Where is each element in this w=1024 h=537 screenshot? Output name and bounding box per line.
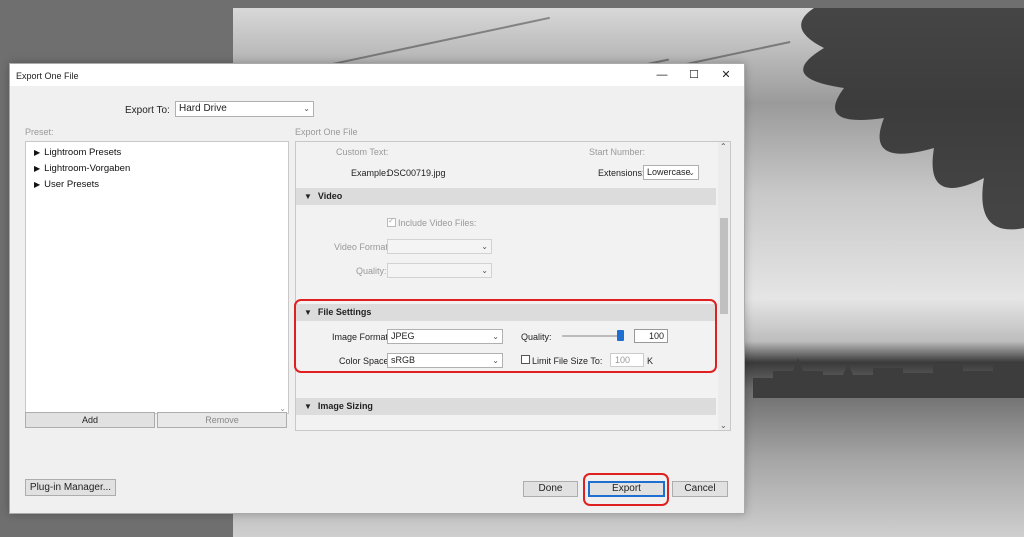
triangle-right-icon: ▶ <box>34 180 41 189</box>
preset-list[interactable]: ▶ Lightroom Presets ▶ Lightroom-Vorgaben ▶… <box>25 141 289 414</box>
city-skyline <box>753 358 1024 398</box>
done-button[interactable]: Done <box>523 481 578 497</box>
export-to-value: Hard Drive <box>179 103 227 114</box>
extensions-value: Lowercase <box>647 167 691 177</box>
extensions-select[interactable]: Lowercase ⌄ <box>643 165 699 180</box>
image-sizing-section-header[interactable]: ▼ Image Sizing <box>296 398 716 415</box>
export-settings-panel: Custom Text: Start Number: Example: DSC0… <box>295 141 731 431</box>
scroll-up-icon[interactable]: ⌃ <box>720 142 727 151</box>
video-format-select[interactable]: ⌄ <box>387 239 492 254</box>
example-value: DSC00719.jpg <box>387 168 446 178</box>
video-section-header[interactable]: ▼ Video <box>296 188 716 205</box>
preset-item-label: Lightroom Presets <box>44 147 122 158</box>
scrollbar-thumb[interactable] <box>720 218 728 314</box>
video-quality-select[interactable]: ⌄ <box>387 263 492 278</box>
file-settings-highlight <box>294 299 717 373</box>
chevron-down-icon: ⌄ <box>303 104 310 113</box>
start-number-label: Start Number: <box>589 147 646 157</box>
video-quality-label: Quality: <box>356 266 387 276</box>
triangle-down-icon: ▼ <box>304 192 312 201</box>
chevron-down-icon: ⌄ <box>481 242 488 251</box>
example-label: Example: <box>351 168 389 178</box>
preset-item-lightroom-vorgaben[interactable]: ▶ Lightroom-Vorgaben <box>34 163 130 174</box>
chevron-down-icon: ⌄ <box>481 266 488 275</box>
extensions-label: Extensions: <box>598 168 645 178</box>
preset-item-user-presets[interactable]: ▶ User Presets <box>34 179 99 190</box>
title-bar: Export One File — ☐ ✕ <box>10 64 744 86</box>
chevron-down-icon: ⌄ <box>688 168 695 177</box>
remove-preset-button[interactable]: Remove <box>157 412 287 428</box>
preset-label: Preset: <box>25 127 54 137</box>
tree-silhouette <box>801 8 1024 230</box>
preset-item-label: Lightroom-Vorgaben <box>44 163 131 174</box>
export-button-highlight <box>583 473 669 506</box>
export-to-select[interactable]: Hard Drive ⌄ <box>175 101 314 117</box>
triangle-down-icon: ▼ <box>304 402 312 411</box>
minimize-icon[interactable]: — <box>650 68 674 82</box>
preset-item-label: User Presets <box>44 179 100 190</box>
plugin-manager-button[interactable]: Plug-in Manager... <box>25 479 116 496</box>
export-panel-scrollbar[interactable]: ⌃ ⌄ <box>718 142 730 430</box>
maximize-icon[interactable]: ☐ <box>682 68 706 82</box>
dialog-title: Export One File <box>16 71 79 81</box>
custom-text-label: Custom Text: <box>336 147 389 157</box>
export-dialog: Export One File — ☐ ✕ Export To: Hard Dr… <box>9 63 745 514</box>
scroll-down-icon[interactable]: ⌄ <box>720 421 727 430</box>
preset-item-lightroom-presets[interactable]: ▶ Lightroom Presets <box>34 147 121 158</box>
video-format-label: Video Format: <box>334 242 391 252</box>
video-section-title: Video <box>317 191 343 201</box>
triangle-right-icon: ▶ <box>34 164 41 173</box>
add-preset-button[interactable]: Add <box>25 412 155 428</box>
cancel-button[interactable]: Cancel <box>672 481 728 497</box>
include-video-label: Include Video Files: <box>398 218 477 228</box>
close-icon[interactable]: ✕ <box>714 68 738 82</box>
export-to-label: Export To: <box>125 105 170 116</box>
include-video-checkbox[interactable] <box>387 216 396 227</box>
export-panel-label: Export One File <box>295 127 358 137</box>
image-sizing-title: Image Sizing <box>317 401 373 411</box>
triangle-right-icon: ▶ <box>34 148 41 157</box>
